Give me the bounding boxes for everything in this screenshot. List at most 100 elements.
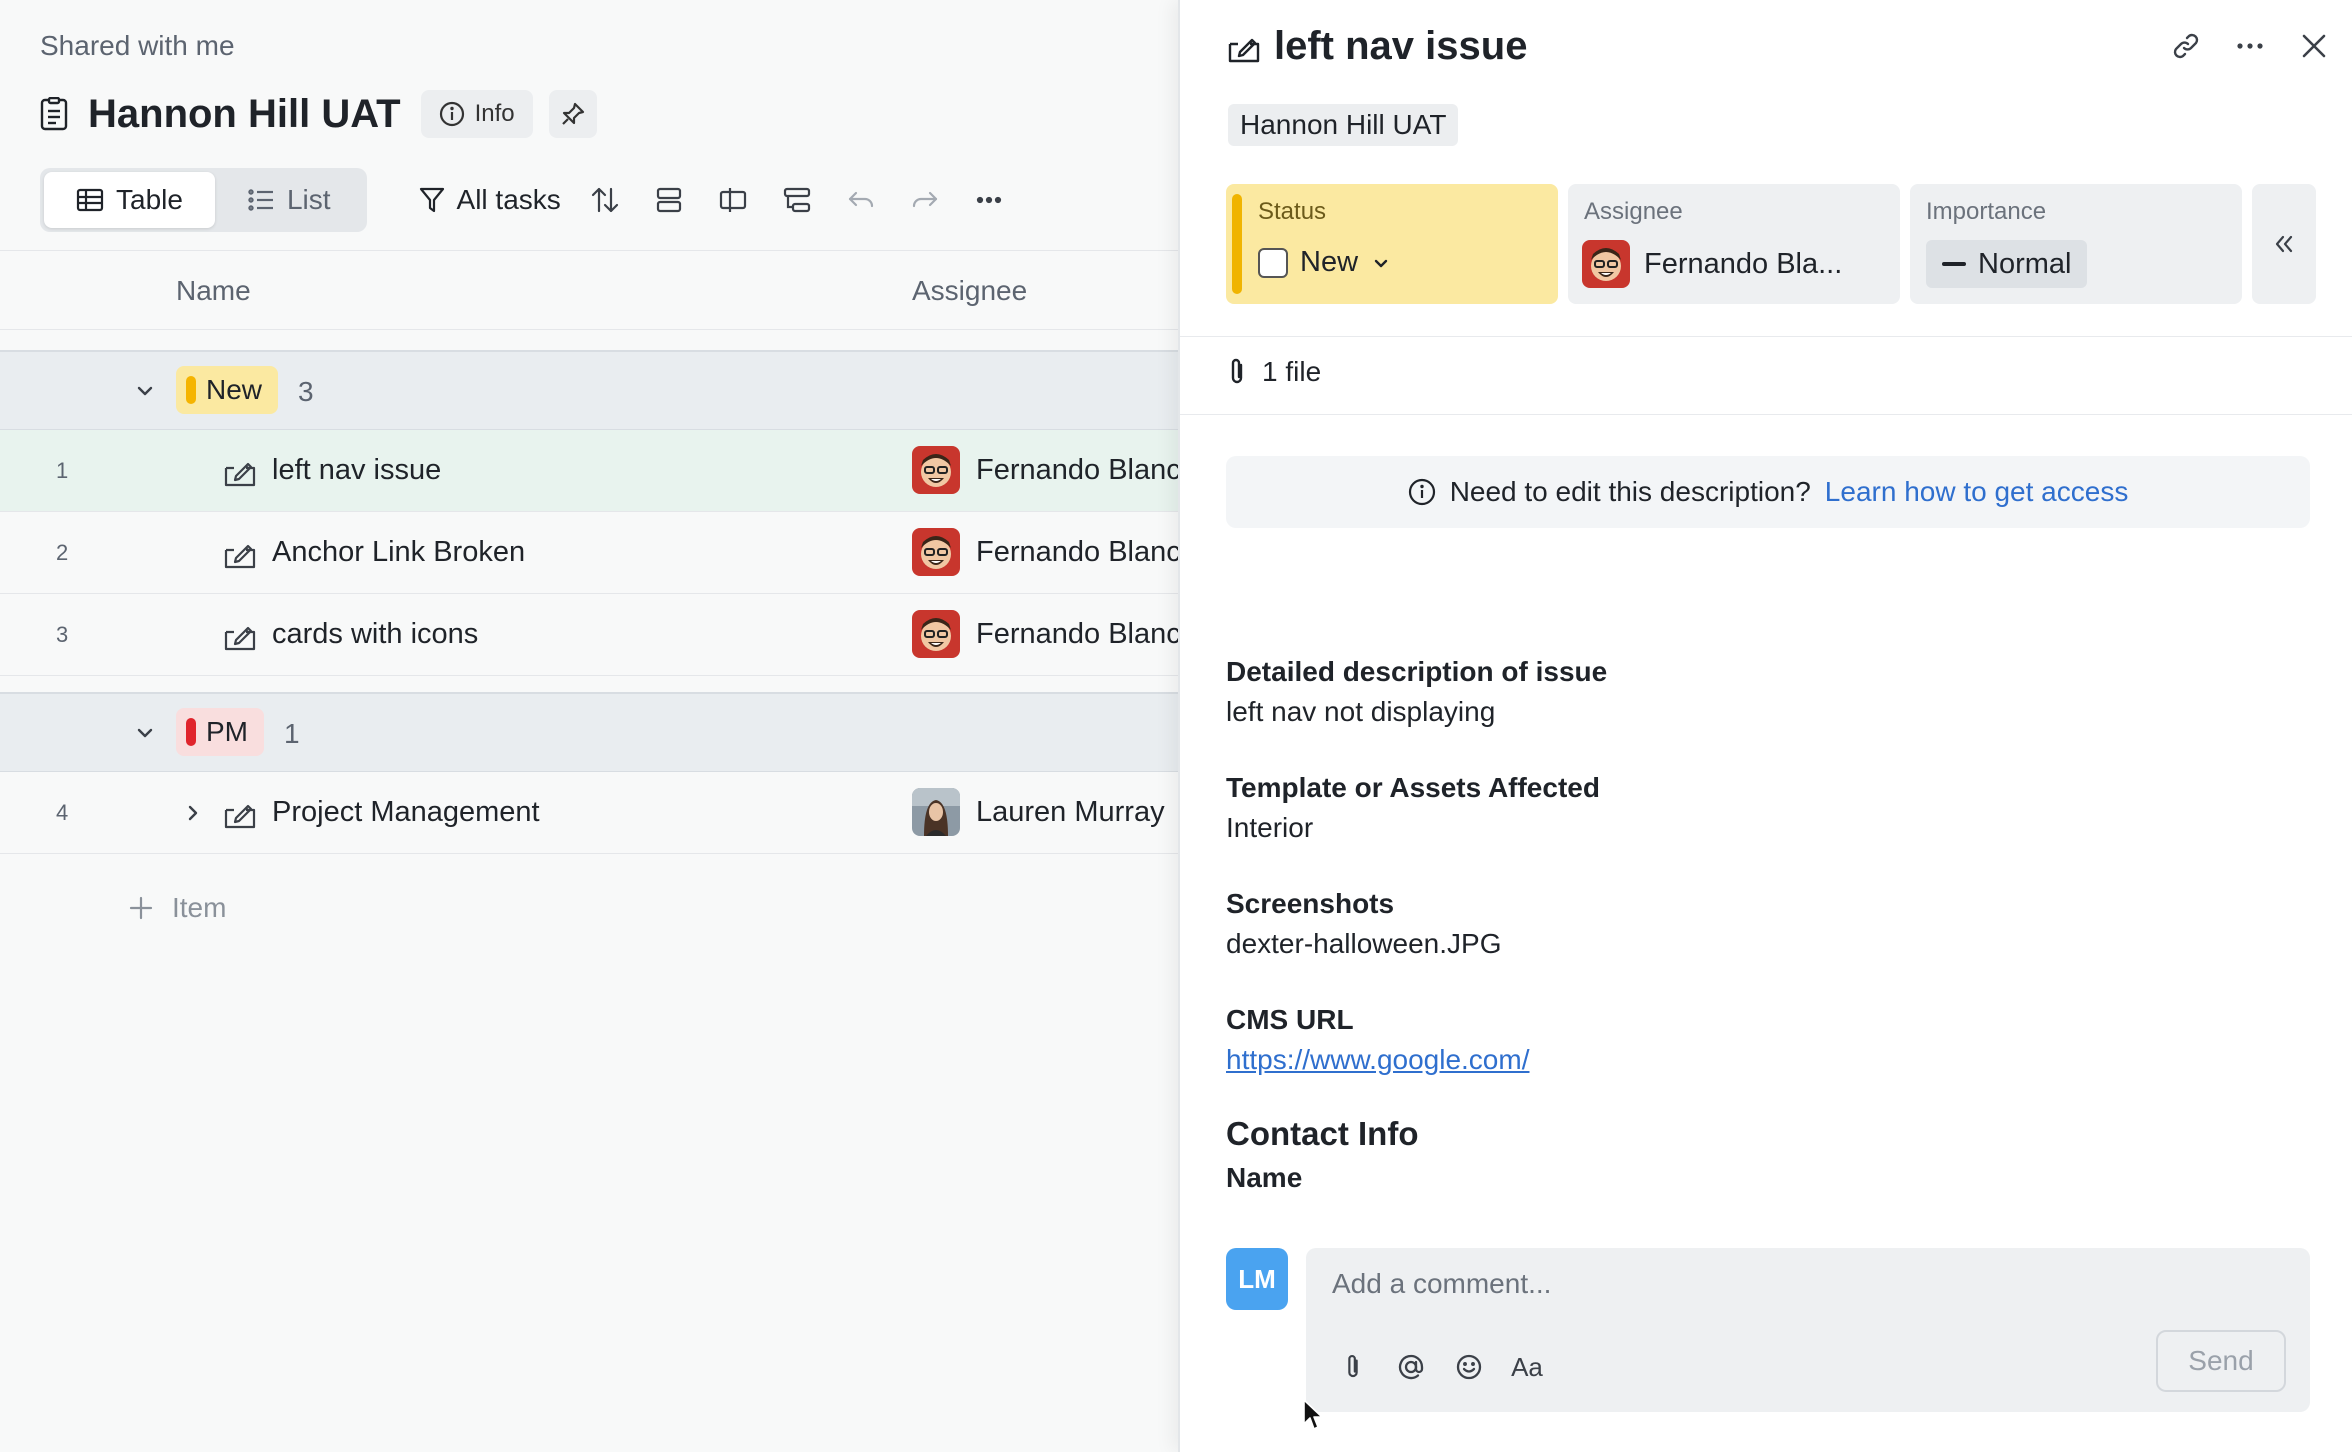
text-format-button[interactable]: Aa <box>1510 1350 1544 1384</box>
avatar-fernando-icon <box>912 610 960 658</box>
task-name[interactable]: cards with icons <box>272 618 478 651</box>
chevron-down-icon <box>1374 259 1388 267</box>
group-header-pm[interactable]: PM 1 <box>0 692 1178 772</box>
section-heading: Template or Assets Affected <box>1226 772 1600 803</box>
mention-button[interactable] <box>1394 1350 1428 1384</box>
status-field[interactable]: Status New <box>1226 184 1558 304</box>
chevron-down-icon[interactable] <box>130 718 160 748</box>
pin-button[interactable] <box>548 90 597 138</box>
task-edit-icon <box>224 544 256 569</box>
notice-text: Need to edit this description? <box>1449 476 1811 507</box>
avatar <box>912 528 960 576</box>
add-item-label: Item <box>172 892 227 923</box>
table-row[interactable]: 4 Project Management Lauren Murray <box>0 772 1178 854</box>
send-button[interactable]: Send <box>2156 1330 2286 1392</box>
detail-title[interactable]: left nav issue <box>1274 24 1527 69</box>
table-row[interactable]: 1 left nav issue Fernando Blanc <box>0 430 1178 512</box>
task-edit-icon <box>224 462 256 487</box>
filter-button[interactable]: All tasks <box>419 184 561 216</box>
chevron-down-icon[interactable] <box>130 376 160 406</box>
edit-access-notice: Need to edit this description? Learn how… <box>1226 456 2310 528</box>
section-heading: Contact Info <box>1226 1115 1419 1152</box>
group-header-new[interactable]: New 3 <box>0 350 1178 430</box>
add-item-button[interactable]: Item <box>128 892 226 924</box>
importance-field-label: Importance <box>1926 198 2047 225</box>
toolbar: Table List All tasks <box>40 168 1009 232</box>
task-name[interactable]: Project Management <box>272 796 540 829</box>
comment-input[interactable]: Add a comment... Aa Send <box>1306 1248 2310 1412</box>
undo-button[interactable] <box>841 180 881 220</box>
column-header-assignee[interactable]: Assignee <box>912 275 1027 307</box>
tab-list-view[interactable]: List <box>215 172 363 228</box>
avatar-fernando-icon <box>912 528 960 576</box>
avatar <box>912 610 960 658</box>
detail-more-button[interactable] <box>2232 28 2268 64</box>
info-button-label: Info <box>474 100 515 127</box>
table-header: Name Assignee <box>0 250 1178 330</box>
columns-button[interactable] <box>713 180 753 220</box>
importance-value-pill[interactable]: Normal <box>1926 240 2088 288</box>
attachments-row[interactable]: 1 file <box>1226 356 1321 388</box>
assignee-name[interactable]: Lauren Murray <box>976 796 1165 829</box>
chevron-right-icon[interactable] <box>180 800 206 826</box>
row-number: 2 <box>56 540 69 565</box>
task-list-pane: Shared with me Hannon Hill UAT Info Tabl… <box>0 0 1178 1452</box>
emoji-button[interactable] <box>1452 1350 1486 1384</box>
table-row[interactable]: 3 cards with icons Fernando Blanc <box>0 594 1178 676</box>
detail-title-row: left nav issue <box>1226 24 1527 69</box>
column-header-name[interactable]: Name <box>176 275 251 307</box>
task-name[interactable]: Anchor Link Broken <box>272 536 525 569</box>
smile-icon <box>1456 1354 1482 1380</box>
section-heading: Detailed description of issue <box>1226 656 1608 687</box>
assignee-name[interactable]: Fernando Blanc <box>976 454 1178 487</box>
view-switcher: Table List <box>40 168 367 232</box>
learn-access-link[interactable]: Learn how to get access <box>1825 476 2129 508</box>
info-button[interactable]: Info <box>420 90 533 138</box>
importance-field[interactable]: Importance Normal <box>1910 184 2242 304</box>
dash-icon <box>1942 262 1966 266</box>
more-horizontal-icon <box>976 196 1001 204</box>
table-row[interactable]: 2 Anchor Link Broken Fernando Blanc <box>0 512 1178 594</box>
comment-tools: Aa <box>1336 1350 1544 1384</box>
comment-placeholder: Add a comment... <box>1332 1268 1552 1299</box>
assignee-field-label: Assignee <box>1584 198 1683 225</box>
mouse-cursor-icon <box>1303 1399 1323 1430</box>
status-value: New <box>1300 246 1359 278</box>
status-dropdown[interactable]: New <box>1258 246 1392 279</box>
project-tag[interactable]: Hannon Hill UAT <box>1228 104 1459 146</box>
collapse-fields-button[interactable] <box>2252 184 2316 304</box>
attach-file-button[interactable] <box>1336 1350 1370 1384</box>
paperclip-icon <box>1348 1355 1358 1378</box>
avatar <box>912 788 960 836</box>
breadcrumb[interactable]: Shared with me <box>40 30 235 62</box>
filter-icon <box>419 187 444 213</box>
row-number: 4 <box>56 800 69 825</box>
task-name[interactable]: left nav issue <box>272 454 441 487</box>
avatar <box>912 446 960 494</box>
assignee-field[interactable]: Assignee Fernando Bla... <box>1568 184 1900 304</box>
assignee-value-container[interactable]: Fernando Bla... <box>1582 240 1842 288</box>
cms-url-link[interactable]: https://www.google.com/ <box>1226 1044 1529 1075</box>
close-panel-button[interactable] <box>2296 28 2332 64</box>
group-count: 1 <box>284 718 300 749</box>
task-detail-panel: left nav issue Hannon Hill UAT Status Ne… <box>1178 0 2352 1452</box>
divider <box>1180 414 2352 415</box>
assignee-name[interactable]: Fernando Blanc <box>976 536 1178 569</box>
subtasks-button[interactable] <box>777 180 817 220</box>
redo-button[interactable] <box>905 180 945 220</box>
section-subheading: Name <box>1226 1162 1303 1193</box>
tab-list-label: List <box>286 184 331 215</box>
sort-button[interactable] <box>585 180 625 220</box>
more-options-button[interactable] <box>969 180 1009 220</box>
copy-link-button[interactable] <box>2168 28 2204 64</box>
group-button[interactable] <box>649 180 689 220</box>
group-icon <box>656 187 681 213</box>
importance-value: Normal <box>1978 247 2072 280</box>
status-checkbox[interactable] <box>1258 247 1288 278</box>
assignee-name[interactable]: Fernando Blanc <box>976 618 1178 651</box>
subtasks-icon <box>783 187 810 213</box>
tab-table-label: Table <box>116 184 183 215</box>
tab-table-view[interactable]: Table <box>44 172 215 228</box>
info-icon <box>1408 478 1435 506</box>
section-heading: Screenshots <box>1226 888 1395 919</box>
